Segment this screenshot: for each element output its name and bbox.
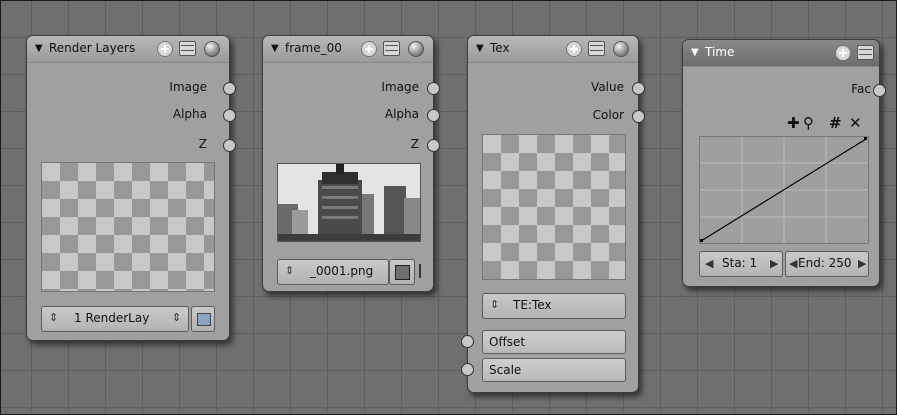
sphere-icon[interactable] <box>204 41 220 57</box>
up-down-arrows-icon: ⇕ <box>49 311 59 324</box>
increment-arrow-icon[interactable]: ▶ <box>858 257 866 270</box>
collapse-triangle-icon[interactable]: ▼ <box>35 43 43 54</box>
input-socket-scale[interactable] <box>461 363 474 376</box>
render-layer-select[interactable]: ⇕ 1 RenderLay ⇕ <box>41 306 189 332</box>
up-down-arrows-icon: ⇕ <box>285 264 295 277</box>
render-layers-node[interactable]: ▼ Render Layers Image Alpha Z ⇕ 1 Render… <box>26 35 236 341</box>
node-header[interactable]: ▼ frame_00 <box>263 36 433 63</box>
curve-start-point <box>700 239 703 242</box>
partial-button-edge <box>419 264 421 278</box>
delete-icon[interactable]: ✕ <box>849 114 862 132</box>
output-socket-value[interactable] <box>632 82 645 95</box>
curve-graph <box>700 137 868 243</box>
output-label-z: Z <box>198 137 207 151</box>
texture-select[interactable]: ⇕ TE:Tex <box>482 293 626 319</box>
output-socket-z[interactable] <box>223 139 236 152</box>
image-browse-icon <box>395 265 410 280</box>
list-icon[interactable] <box>857 45 874 60</box>
preview-image <box>41 162 215 292</box>
plus-icon[interactable] <box>835 45 851 61</box>
sphere-icon[interactable] <box>613 41 629 57</box>
output-label-value: Value <box>591 80 624 94</box>
end-frame-value: End: 250 <box>798 256 852 270</box>
curve-end-point <box>864 137 867 140</box>
node-header[interactable]: ▼ Tex <box>468 36 638 63</box>
texture-node[interactable]: ▼ Tex Value Color ⇕ TE:Tex Offset Scale <box>461 35 645 393</box>
zoom-icon[interactable]: ⚲ <box>803 114 814 132</box>
collapse-triangle-icon[interactable]: ▼ <box>476 43 484 54</box>
node-header[interactable]: ▼ Time <box>683 40 879 67</box>
offset-label: Offset <box>489 335 526 349</box>
up-down-arrows-icon: ⇕ <box>490 298 500 311</box>
plus-icon[interactable] <box>361 41 377 57</box>
input-socket-offset[interactable] <box>461 335 474 348</box>
start-frame-field[interactable]: ◀ Sta: 1 ▶ <box>699 251 783 277</box>
output-label-z: Z <box>410 137 419 151</box>
node-header[interactable]: ▼ Render Layers <box>27 36 229 63</box>
image-browse-button[interactable] <box>389 259 415 285</box>
collapse-triangle-icon[interactable]: ▼ <box>271 43 279 54</box>
output-label-image: Image <box>169 80 207 94</box>
decrement-arrow-icon[interactable]: ◀ <box>705 257 713 270</box>
output-label-alpha: Alpha <box>172 107 207 121</box>
node-title: frame_00 <box>285 41 342 55</box>
output-socket-z[interactable] <box>427 139 440 152</box>
collapse-triangle-icon[interactable]: ▼ <box>691 47 699 58</box>
start-frame-value: Sta: 1 <box>722 256 758 270</box>
image-file-name: _0001.png <box>310 264 374 278</box>
decrement-arrow-icon[interactable]: ◀ <box>789 257 797 270</box>
time-curve-editor[interactable] <box>699 136 869 244</box>
node-title: Render Layers <box>49 41 136 55</box>
render-layer-select-value: 1 RenderLay <box>74 311 150 325</box>
image-file-select[interactable]: ⇕ _0001.png <box>277 259 389 285</box>
up-down-arrows-icon: ⇕ <box>172 311 182 324</box>
plus-icon[interactable] <box>566 41 582 57</box>
output-socket-color[interactable] <box>632 110 645 123</box>
image-thumbnail <box>277 163 421 242</box>
clip-icon[interactable]: # <box>829 114 842 132</box>
time-node[interactable]: ▼ Time Fac ✚ ⚲ # ✕ ◀ Sta: 1 ▶ ◀ End: 250… <box>682 39 886 287</box>
output-label-image: Image <box>381 80 419 94</box>
render-icon <box>197 313 211 326</box>
render-button[interactable] <box>191 306 215 332</box>
output-socket-image[interactable] <box>223 82 236 95</box>
output-socket-fac[interactable] <box>873 84 886 97</box>
texture-preview <box>482 134 626 280</box>
node-title: Time <box>705 45 735 59</box>
image-node[interactable]: ▼ frame_00 Image Alpha Z ⇕ _0001.png <box>262 35 440 292</box>
increment-arrow-icon[interactable]: ▶ <box>770 257 778 270</box>
output-socket-image[interactable] <box>427 82 440 95</box>
list-icon[interactable] <box>179 41 196 56</box>
output-socket-alpha[interactable] <box>427 109 440 122</box>
scale-input[interactable]: Scale <box>482 358 626 382</box>
sphere-icon[interactable] <box>408 41 424 57</box>
texture-select-value: TE:Tex <box>513 298 552 312</box>
list-icon[interactable] <box>588 41 605 56</box>
add-point-icon[interactable]: ✚ <box>787 114 800 132</box>
node-title: Tex <box>490 41 510 55</box>
list-icon[interactable] <box>383 41 400 56</box>
output-label-alpha: Alpha <box>384 107 419 121</box>
plus-icon[interactable] <box>157 41 173 57</box>
end-frame-field[interactable]: ◀ End: 250 ▶ <box>785 251 869 277</box>
scale-label: Scale <box>489 363 522 377</box>
output-socket-alpha[interactable] <box>223 109 236 122</box>
output-label-fac: Fac <box>851 82 871 96</box>
offset-input[interactable]: Offset <box>482 330 626 354</box>
output-label-color: Color <box>592 108 624 122</box>
